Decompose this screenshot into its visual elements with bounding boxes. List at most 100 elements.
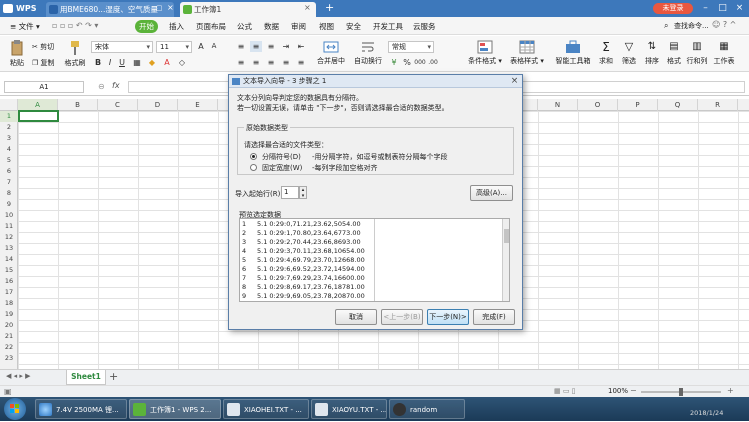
option-fixed-label[interactable]: 固定宽度(W): [262, 163, 302, 173]
finish-button[interactable]: 完成(F): [473, 309, 515, 325]
indent-icon[interactable]: ⇥: [280, 41, 292, 52]
font-size-select[interactable]: 11: [156, 41, 192, 53]
row-header[interactable]: 1: [0, 111, 18, 122]
command-search[interactable]: ⌕ 查找命令...: [664, 20, 709, 32]
add-sheet-icon[interactable]: +: [109, 370, 118, 383]
align-center-icon[interactable]: ≡: [250, 57, 262, 68]
zoom-out-icon[interactable]: −: [630, 386, 637, 395]
menu-formulas[interactable]: 公式: [233, 20, 256, 33]
row-header[interactable]: 10: [0, 210, 18, 221]
underline-icon[interactable]: U: [116, 57, 128, 68]
justify-icon[interactable]: ≡: [280, 57, 292, 68]
font-name-select[interactable]: 宋体: [91, 41, 153, 53]
number-format-select[interactable]: 常规: [388, 41, 434, 53]
tab-workbook1[interactable]: 工作簿1: [180, 2, 316, 17]
format-painter-button[interactable]: 格式刷: [64, 40, 86, 68]
column-header[interactable]: P: [618, 99, 658, 111]
row-header[interactable]: 17: [0, 287, 18, 298]
column-header[interactable]: O: [578, 99, 618, 111]
clock[interactable]: 2018/1/24: [690, 409, 723, 417]
radio-delimited[interactable]: [250, 153, 257, 160]
select-all-corner[interactable]: [0, 99, 18, 111]
view-mode-icons[interactable]: ▦ ▭ ▯: [554, 387, 576, 395]
taskbar-item-browser[interactable]: 7.4V 2500MA 锂...: [35, 399, 127, 419]
clear-format-icon[interactable]: ◇: [176, 57, 188, 68]
copy-button[interactable]: ❐ 复制: [32, 58, 55, 68]
column-header[interactable]: B: [58, 99, 98, 111]
conditional-format-button[interactable]: 条件格式 ▾: [465, 40, 505, 66]
column-header[interactable]: Q: [658, 99, 698, 111]
row-header[interactable]: 4: [0, 144, 18, 155]
distribute-icon[interactable]: ≡: [295, 57, 307, 68]
row-header[interactable]: 9: [0, 199, 18, 210]
zoom-lens-icon[interactable]: ⊖: [98, 82, 105, 91]
worksheet-button[interactable]: ▦ 工作表: [710, 40, 738, 66]
new-tab-icon[interactable]: +: [325, 1, 334, 14]
cancel-button[interactable]: 取消: [335, 309, 377, 325]
outdent-icon[interactable]: ⇤: [295, 41, 307, 52]
menu-view[interactable]: 视图: [315, 20, 338, 33]
close-icon[interactable]: ×: [731, 0, 748, 17]
row-header[interactable]: 7: [0, 177, 18, 188]
advanced-button[interactable]: 高级(A)...: [470, 185, 513, 201]
paste-button[interactable]: 粘贴: [6, 40, 28, 68]
quick-access-icons[interactable]: ▫ ▫ ▫ ↶ ↷ ▾: [52, 21, 98, 30]
font-color-icon[interactable]: A: [161, 57, 173, 68]
dialog-title-bar[interactable]: 文本导入向导 - 3 步骤之 1 ×: [229, 75, 522, 88]
menu-page-layout[interactable]: 页面布局: [192, 20, 230, 33]
row-header[interactable]: 12: [0, 232, 18, 243]
menu-review[interactable]: 审阅: [287, 20, 310, 33]
column-header[interactable]: R: [698, 99, 738, 111]
align-bottom-icon[interactable]: ≡: [265, 41, 277, 52]
next-button[interactable]: 下一步(N)>: [427, 309, 469, 325]
back-button[interactable]: <上一步(B): [381, 309, 423, 325]
help-icons[interactable]: ☺ ? ^: [712, 20, 736, 29]
italic-icon[interactable]: I: [104, 57, 116, 68]
row-header[interactable]: 18: [0, 298, 18, 309]
align-left-icon[interactable]: ≡: [235, 57, 247, 68]
preview-scrollbar[interactable]: [502, 219, 509, 301]
column-header[interactable]: N: [538, 99, 578, 111]
row-header[interactable]: 16: [0, 276, 18, 287]
wps-logo[interactable]: WPS: [3, 2, 36, 15]
option-delimited-label[interactable]: 分隔符号(D): [262, 152, 301, 162]
macro-icon[interactable]: ▣: [4, 387, 12, 396]
menu-security[interactable]: 安全: [342, 20, 365, 33]
selected-cell-a1[interactable]: [18, 110, 59, 122]
rows-columns-button[interactable]: ▥ 行和列: [686, 40, 708, 66]
zoom-level[interactable]: 100%: [608, 387, 628, 395]
row-header[interactable]: 2: [0, 122, 18, 133]
menu-data[interactable]: 数据: [260, 20, 283, 33]
taskbar-item-xiaoyu[interactable]: XIAOYU.TXT - ...: [311, 399, 387, 419]
decimal-icon[interactable]: .00: [427, 57, 439, 68]
percent-icon[interactable]: %: [401, 57, 413, 68]
dialog-close-icon[interactable]: ×: [509, 76, 520, 87]
font-shrink-icon[interactable]: A: [208, 41, 220, 52]
radio-fixed-width[interactable]: [250, 164, 257, 171]
tab-close-icon[interactable]: ×: [167, 3, 174, 12]
sum-button[interactable]: Σ 求和: [596, 40, 616, 66]
maximize-icon[interactable]: □: [714, 0, 731, 17]
row-header[interactable]: 5: [0, 155, 18, 166]
cell-reference-box[interactable]: A1: [4, 81, 84, 93]
tab-document-bme680[interactable]: 用BME680...湿度、空气质量: [46, 2, 174, 17]
row-header[interactable]: 3: [0, 133, 18, 144]
row-header[interactable]: 13: [0, 243, 18, 254]
taskbar-item-wps[interactable]: 工作簿1 - WPS 2...: [129, 399, 221, 419]
smart-toolbox-button[interactable]: 智能工具箱: [552, 40, 594, 66]
row-header[interactable]: 21: [0, 331, 18, 342]
sort-button[interactable]: ⇅ 排序: [642, 40, 662, 66]
column-header[interactable]: C: [98, 99, 138, 111]
filter-button[interactable]: ▽ 筛选: [619, 40, 639, 66]
table-style-button[interactable]: 表格样式 ▾: [507, 40, 547, 66]
taskbar-item-xiaohei[interactable]: XIAOHEI.TXT - ...: [223, 399, 309, 419]
row-header[interactable]: 15: [0, 265, 18, 276]
zoom-slider-thumb[interactable]: [679, 388, 683, 396]
scrollbar-thumb[interactable]: [504, 229, 509, 243]
align-right-icon[interactable]: ≡: [265, 57, 277, 68]
row-header[interactable]: 20: [0, 320, 18, 331]
menu-developer[interactable]: 开发工具: [369, 20, 407, 33]
currency-icon[interactable]: ¥: [388, 57, 400, 68]
menu-cloud[interactable]: 云服务: [409, 20, 440, 33]
file-menu[interactable]: ≡ 文件 ▾: [6, 20, 44, 33]
